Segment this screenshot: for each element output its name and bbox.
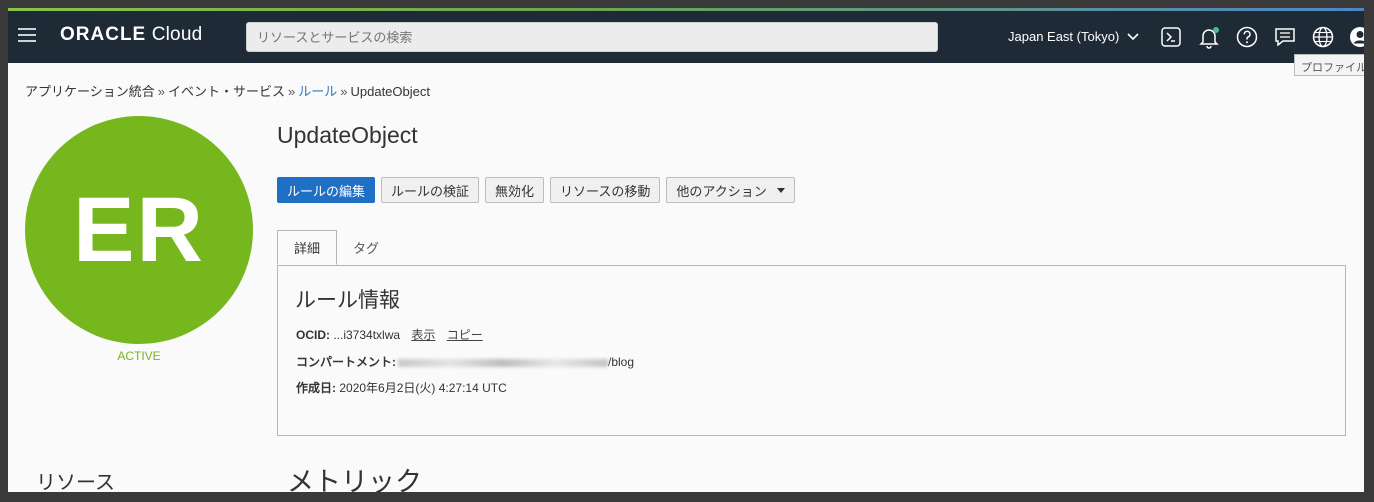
more-actions-label: 他のアクション <box>676 183 767 199</box>
redacted-compartment-path <box>398 358 608 367</box>
top-navbar: ORACLE Cloud Japan East (Tokyo) <box>8 11 1364 63</box>
status-badge: ACTIVE <box>117 349 161 363</box>
tab-tags[interactable]: タグ <box>337 230 395 265</box>
disable-button[interactable]: 無効化 <box>485 177 545 203</box>
breadcrumb-separator: » <box>157 84 165 99</box>
ocid-label: OCID: <box>296 328 330 342</box>
chevron-down-icon <box>1127 33 1139 41</box>
ocid-row: OCID: ...i3734txlwa 表示 コピー <box>296 326 483 343</box>
rule-info-heading: ルール情報 <box>295 289 400 312</box>
caret-down-icon <box>776 187 785 193</box>
cloud-shell-icon[interactable] <box>1159 25 1183 49</box>
breadcrumb-item-events[interactable]: イベント・サービス <box>168 84 285 99</box>
ocid-show-link[interactable]: 表示 <box>411 328 435 342</box>
oracle-cloud-logo[interactable]: ORACLE Cloud <box>60 24 202 46</box>
breadcrumb-separator: » <box>340 84 348 99</box>
metrics-heading: メトリック <box>287 467 422 492</box>
move-resource-button[interactable]: リソースの移動 <box>550 177 661 203</box>
resource-avatar: ER <box>25 116 253 344</box>
region-label: Japan East (Tokyo) <box>1008 29 1120 44</box>
created-label: 作成日: <box>296 381 336 395</box>
more-actions-button[interactable]: 他のアクション <box>666 177 795 203</box>
avatar-initials: ER <box>73 178 205 281</box>
compartment-label: コンパートメント: <box>296 355 396 369</box>
ocid-copy-link[interactable]: コピー <box>447 328 483 342</box>
compartment-row: コンパートメント: /blog <box>296 353 634 370</box>
region-selector[interactable]: Japan East (Tokyo) <box>1008 29 1139 44</box>
chat-icon[interactable] <box>1273 25 1297 49</box>
breadcrumb-separator: » <box>288 84 296 99</box>
created-row: 作成日: 2020年6月2日(火) 4:27:14 UTC <box>296 379 507 396</box>
details-panel: ルール情報 OCID: ...i3734txlwa 表示 コピー コンパートメン… <box>277 265 1346 436</box>
breadcrumb-item-current: UpdateObject <box>350 84 430 99</box>
tab-bar: 詳細 タグ <box>277 230 395 265</box>
page-title: UpdateObject <box>277 122 418 148</box>
edit-rule-button[interactable]: ルールの編集 <box>277 177 376 203</box>
breadcrumb-item-rules[interactable]: ルール <box>298 84 337 99</box>
resources-heading: リソース <box>36 472 115 492</box>
search-input[interactable] <box>246 22 938 52</box>
validate-rule-button[interactable]: ルールの検証 <box>381 177 480 203</box>
browser-frame: ORACLE Cloud Japan East (Tokyo) <box>8 8 1364 492</box>
breadcrumb-item-app-integration[interactable]: アプリケーション統合 <box>25 84 155 99</box>
ocid-value: ...i3734txlwa <box>333 328 401 342</box>
logo-product: Cloud <box>151 24 203 45</box>
action-bar: ルールの編集 ルールの検証 無効化 リソースの移動 他のアクション <box>277 177 795 203</box>
help-icon[interactable] <box>1235 25 1259 49</box>
breadcrumb: アプリケーション統合» イベント・サービス» ルール» UpdateObject <box>25 81 430 100</box>
profile-tooltip: プロファイル <box>1294 54 1364 76</box>
globe-icon[interactable] <box>1311 25 1335 49</box>
profile-icon[interactable] <box>1348 25 1364 49</box>
notification-bell-icon[interactable] <box>1197 25 1221 49</box>
menu-icon[interactable] <box>18 28 36 42</box>
compartment-suffix[interactable]: /blog <box>608 355 634 369</box>
tab-details[interactable]: 詳細 <box>277 230 338 265</box>
created-value: 2020年6月2日(火) 4:27:14 UTC <box>339 381 507 395</box>
logo-brand: ORACLE <box>60 24 147 45</box>
